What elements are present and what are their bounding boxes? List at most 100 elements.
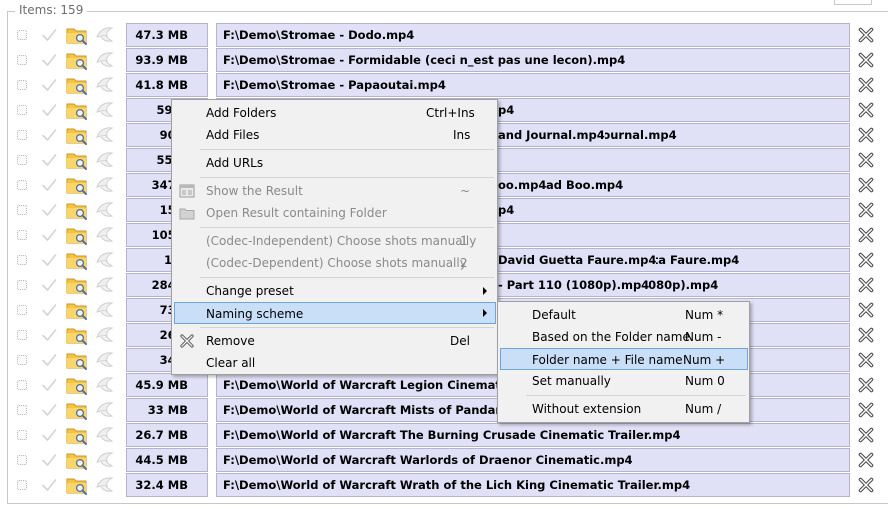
row-checkbox[interactable]	[17, 455, 27, 465]
folder-magnifier-icon[interactable]	[66, 250, 88, 271]
checkmark-icon[interactable]	[40, 126, 58, 144]
row-checkbox[interactable]	[17, 55, 27, 65]
bird-icon[interactable]	[95, 425, 115, 445]
folder-magnifier-icon[interactable]	[66, 150, 88, 171]
close-x-icon[interactable]	[857, 176, 875, 194]
folder-magnifier-icon[interactable]	[66, 175, 88, 196]
row-checkbox[interactable]	[17, 255, 27, 265]
close-x-icon[interactable]	[857, 301, 875, 319]
row-checkbox[interactable]	[17, 305, 27, 315]
checkmark-icon[interactable]	[40, 76, 58, 94]
checkmark-icon[interactable]	[40, 401, 58, 419]
table-row[interactable]: 41.8 MB F:\Demo\Stromae - Papaoutai.mp4	[0, 73, 888, 98]
checkmark-icon[interactable]	[40, 451, 58, 469]
folder-magnifier-icon[interactable]	[66, 50, 88, 71]
checkmark-icon[interactable]	[40, 301, 58, 319]
checkmark-icon[interactable]	[40, 426, 58, 444]
menu-add-files[interactable]: Add Files Ins	[174, 124, 495, 146]
menu-remove[interactable]: Remove Del	[174, 330, 495, 352]
row-checkbox[interactable]	[17, 205, 27, 215]
bird-icon[interactable]	[95, 150, 115, 170]
table-row[interactable]: 32.4 MB F:\Demo\World of Warcraft Wrath o…	[0, 473, 888, 498]
table-row[interactable]: 93.9 MB F:\Demo\Stromae - Formidable (cec…	[0, 48, 888, 73]
folder-magnifier-icon[interactable]	[66, 450, 88, 471]
bird-icon[interactable]	[95, 25, 115, 45]
close-x-icon[interactable]	[857, 76, 875, 94]
bird-icon[interactable]	[95, 175, 115, 195]
close-x-icon[interactable]	[857, 201, 875, 219]
table-row[interactable]: 33 MB F:\Demo\World of Warcraft Mists of …	[0, 398, 888, 423]
checkmark-icon[interactable]	[40, 251, 58, 269]
menu-add-folders[interactable]: Add Folders Ctrl+Ins	[174, 102, 495, 124]
checkmark-icon[interactable]	[40, 376, 58, 394]
row-checkbox[interactable]	[17, 30, 27, 40]
checkmark-icon[interactable]	[40, 176, 58, 194]
close-x-icon[interactable]	[857, 476, 875, 494]
naming-set-manually[interactable]: Set manually Num 0	[500, 370, 747, 392]
checkmark-icon[interactable]	[40, 51, 58, 69]
bird-icon[interactable]	[95, 300, 115, 320]
menu-add-urls[interactable]: Add URLs	[174, 152, 495, 174]
table-row[interactable]: 45.9 MB F:\Demo\World of Warcraft Legion …	[0, 373, 888, 398]
row-checkbox[interactable]	[17, 380, 27, 390]
bird-icon[interactable]	[95, 325, 115, 345]
close-x-icon[interactable]	[857, 251, 875, 269]
menu-codec-independent[interactable]: (Codec-Independent) Choose shots manuall…	[174, 230, 495, 252]
table-row[interactable]: 26.7 MB F:\Demo\World of Warcraft The Bur…	[0, 423, 888, 448]
bird-icon[interactable]	[95, 475, 115, 495]
bird-icon[interactable]	[95, 225, 115, 245]
checkmark-icon[interactable]	[40, 476, 58, 494]
folder-magnifier-icon[interactable]	[66, 375, 88, 396]
table-row[interactable]: 44.5 MB F:\Demo\World of Warcraft Warlord…	[0, 448, 888, 473]
folder-magnifier-icon[interactable]	[66, 100, 88, 121]
bird-icon[interactable]	[95, 375, 115, 395]
close-x-icon[interactable]	[857, 326, 875, 344]
close-x-icon[interactable]	[857, 126, 875, 144]
row-checkbox[interactable]	[17, 280, 27, 290]
menu-naming-scheme[interactable]: Naming scheme	[174, 302, 496, 324]
bird-icon[interactable]	[95, 100, 115, 120]
checkmark-icon[interactable]	[40, 276, 58, 294]
folder-magnifier-icon[interactable]	[66, 25, 88, 46]
row-checkbox[interactable]	[17, 480, 27, 490]
naming-default[interactable]: Default Num *	[500, 304, 747, 326]
close-x-icon[interactable]	[857, 401, 875, 419]
bird-icon[interactable]	[95, 350, 115, 370]
checkmark-icon[interactable]	[40, 101, 58, 119]
bird-icon[interactable]	[95, 125, 115, 145]
row-checkbox[interactable]	[17, 155, 27, 165]
folder-magnifier-icon[interactable]	[66, 400, 88, 421]
checkmark-icon[interactable]	[40, 201, 58, 219]
bird-icon[interactable]	[95, 50, 115, 70]
folder-magnifier-icon[interactable]	[66, 275, 88, 296]
menu-change-preset[interactable]: Change preset	[174, 280, 495, 302]
bird-icon[interactable]	[95, 275, 115, 295]
row-checkbox[interactable]	[17, 180, 27, 190]
menu-open-result-folder[interactable]: Open Result containing Folder	[174, 202, 495, 224]
folder-magnifier-icon[interactable]	[66, 425, 88, 446]
table-row[interactable]: 47.3 MB F:\Demo\Stromae - Dodo.mp4	[0, 23, 888, 48]
menu-show-result[interactable]: Show the Result ~	[174, 180, 495, 202]
row-checkbox[interactable]	[17, 80, 27, 90]
bird-icon[interactable]	[95, 75, 115, 95]
menu-codec-dependent[interactable]: (Codec-Dependent) Choose shots manually …	[174, 252, 495, 274]
close-x-icon[interactable]	[857, 51, 875, 69]
folder-magnifier-icon[interactable]	[66, 75, 88, 96]
bird-icon[interactable]	[95, 200, 115, 220]
naming-without-extension[interactable]: Without extension Num /	[500, 398, 747, 420]
checkmark-icon[interactable]	[40, 151, 58, 169]
checkmark-icon[interactable]	[40, 351, 58, 369]
row-checkbox[interactable]	[17, 430, 27, 440]
folder-magnifier-icon[interactable]	[66, 350, 88, 371]
close-x-icon[interactable]	[857, 101, 875, 119]
close-x-icon[interactable]	[857, 376, 875, 394]
folder-magnifier-icon[interactable]	[66, 475, 88, 496]
checkmark-icon[interactable]	[40, 26, 58, 44]
close-x-icon[interactable]	[857, 451, 875, 469]
close-x-icon[interactable]	[857, 351, 875, 369]
row-checkbox[interactable]	[17, 230, 27, 240]
close-x-icon[interactable]	[857, 26, 875, 44]
close-x-icon[interactable]	[857, 426, 875, 444]
naming-folder-plus-file[interactable]: Folder name + File name Num +	[500, 348, 748, 370]
close-x-icon[interactable]	[857, 226, 875, 244]
